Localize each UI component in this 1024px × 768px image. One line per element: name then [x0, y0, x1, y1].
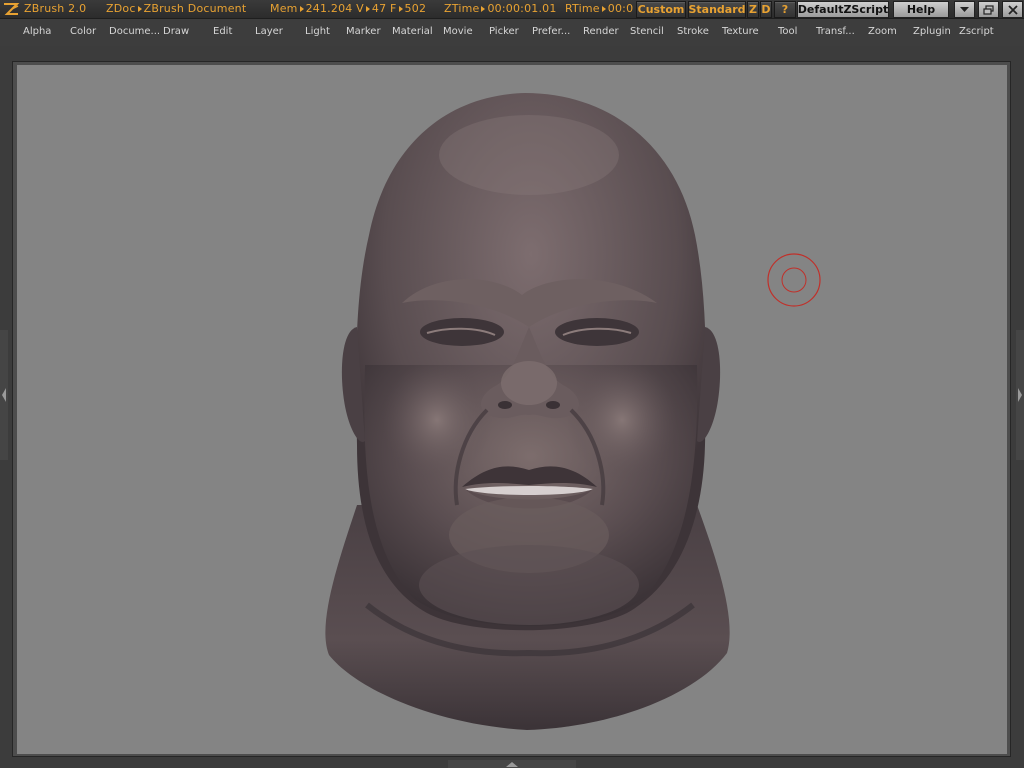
menu-zscript[interactable]: Zscript: [959, 26, 994, 37]
menu-preferences[interactable]: Prefer...: [532, 26, 570, 37]
ztime-info: ZTime 00:00:01.01: [444, 2, 557, 15]
right-tray-handle[interactable]: [1016, 330, 1024, 460]
custom-ui-button[interactable]: Custom: [636, 1, 686, 18]
ztime-value: 00:00:01.01: [487, 2, 557, 15]
v-label: V: [356, 2, 364, 15]
mem-label: Mem: [270, 2, 298, 15]
ztime-label: ZTime: [444, 2, 480, 15]
rtime-value: 00:0: [607, 2, 634, 15]
menu-document[interactable]: Docume...: [109, 26, 160, 37]
arrow-right-icon: [481, 5, 486, 12]
menu-picker[interactable]: Picker: [489, 26, 519, 37]
help-button[interactable]: Help: [893, 1, 949, 18]
sculpt-model[interactable]: [17, 65, 1007, 754]
menu-color[interactable]: Color: [70, 26, 96, 37]
minimize-icon: [960, 7, 969, 12]
bottom-tray-handle[interactable]: [448, 760, 576, 768]
menu-render[interactable]: Render: [583, 26, 619, 37]
menu-light[interactable]: Light: [305, 26, 330, 37]
menu-stencil[interactable]: Stencil: [630, 26, 664, 37]
menu-edit[interactable]: Edit: [213, 26, 232, 37]
mem-info: Mem 241.204 V 47 F 502: [270, 2, 426, 15]
brush-cursor-icon: [767, 253, 821, 307]
zbrush-logo-icon[interactable]: [2, 1, 20, 18]
minimize-button[interactable]: [954, 1, 975, 18]
arrow-right-icon: [398, 5, 403, 12]
f-label: F: [390, 2, 397, 15]
arrow-right-icon: [137, 5, 142, 12]
mem-value: 241.204: [305, 2, 353, 15]
f-value: 502: [404, 2, 427, 15]
title-bar: ZBrush 2.0 ZDoc ZBrush Document Mem 241.20…: [0, 0, 1024, 19]
rtime-info: RTime 00:0: [565, 2, 633, 15]
v-value: 47: [371, 2, 387, 15]
menu-zoom[interactable]: Zoom: [868, 26, 897, 37]
restore-button[interactable]: [978, 1, 999, 18]
menu-transform[interactable]: Transf...: [816, 26, 855, 37]
arrow-right-icon: [601, 5, 606, 12]
arrow-right-icon: [365, 5, 370, 12]
left-tray-handle[interactable]: [0, 330, 8, 460]
standard-ui-button[interactable]: Standard: [688, 1, 746, 18]
menu-alpha[interactable]: Alpha: [23, 26, 51, 37]
question-button[interactable]: ?: [774, 1, 796, 18]
zdoc-label: ZDoc: [106, 2, 136, 15]
menu-texture[interactable]: Texture: [722, 26, 759, 37]
close-button[interactable]: [1002, 1, 1023, 18]
z-button[interactable]: Z: [747, 1, 759, 18]
menu-zplugin[interactable]: Zplugin: [913, 26, 951, 37]
menu-draw[interactable]: Draw: [163, 26, 189, 37]
menu-tool[interactable]: Tool: [778, 26, 797, 37]
menu-bar: Alpha Color Docume... Draw Edit Layer Li…: [0, 19, 1024, 46]
d-button[interactable]: D: [760, 1, 772, 18]
rtime-label: RTime: [565, 2, 600, 15]
menu-marker[interactable]: Marker: [346, 26, 381, 37]
arrow-right-icon: [299, 5, 304, 12]
menu-movie[interactable]: Movie: [443, 26, 473, 37]
zdoc-value: ZBrush Document: [143, 2, 247, 15]
restore-icon: [983, 4, 994, 15]
close-icon: [1007, 4, 1018, 15]
menu-stroke[interactable]: Stroke: [677, 26, 709, 37]
document-canvas[interactable]: [17, 65, 1007, 754]
menu-layer[interactable]: Layer: [255, 26, 283, 37]
app-title: ZBrush 2.0: [24, 2, 87, 15]
default-zscript-button[interactable]: DefaultZScript: [797, 1, 889, 18]
zdoc-info: ZDoc ZBrush Document: [106, 2, 246, 15]
zbrush-window: ZBrush 2.0 ZDoc ZBrush Document Mem 241.20…: [0, 0, 1024, 768]
menu-material[interactable]: Material: [392, 26, 433, 37]
